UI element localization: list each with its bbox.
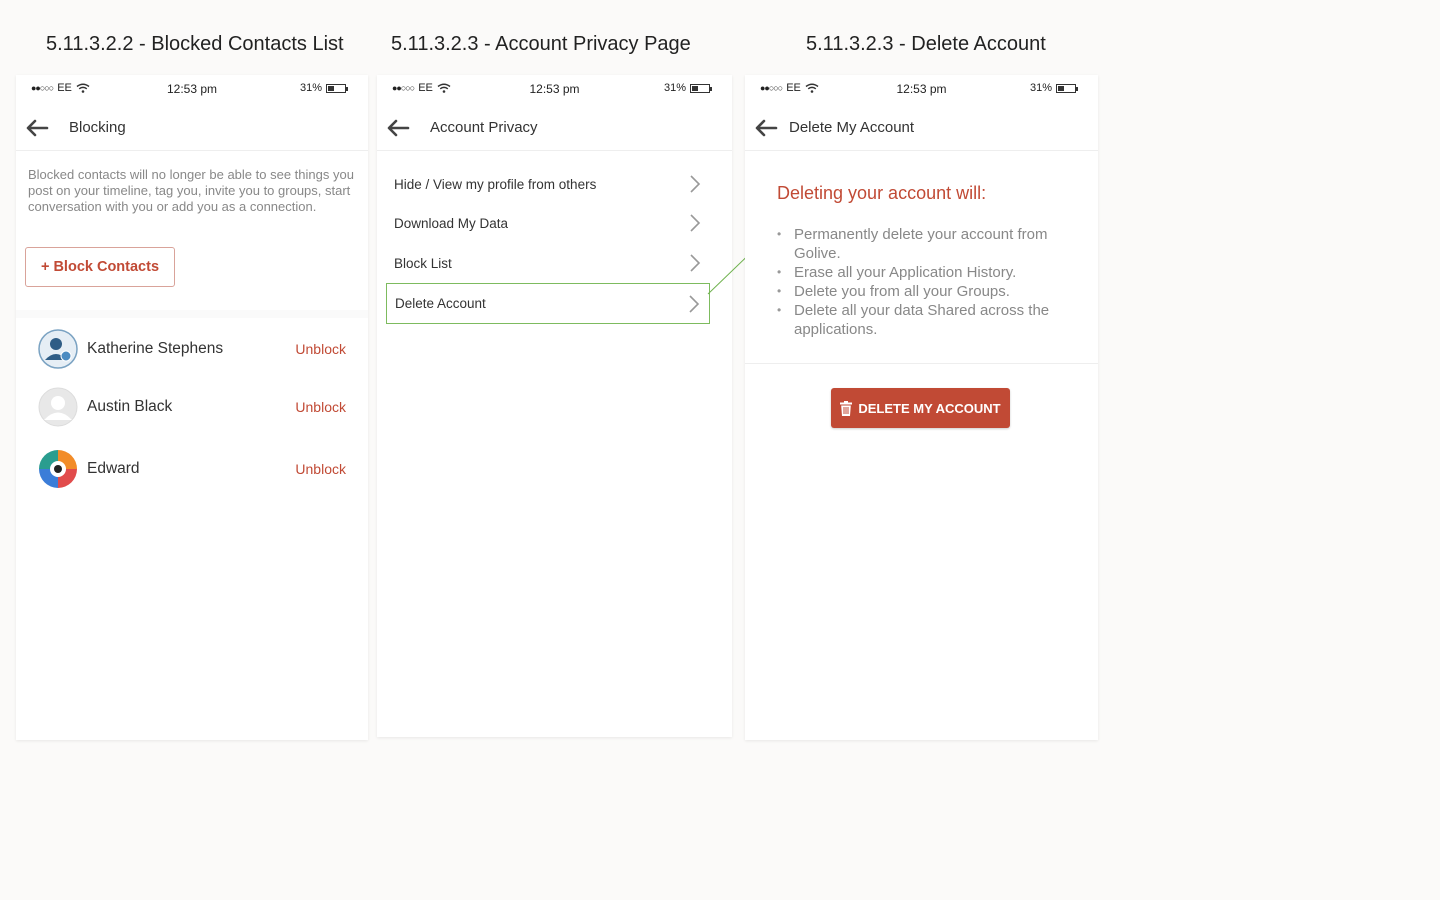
- block-contacts-button[interactable]: + Block Contacts: [25, 247, 175, 287]
- list-item: Erase all your Application History.: [777, 263, 1077, 282]
- app-header: Delete My Account: [745, 105, 1098, 151]
- menu-item-hide-view-profile[interactable]: Hide / View my profile from others: [386, 164, 710, 204]
- unblock-button[interactable]: Unblock: [295, 341, 346, 357]
- phone-screen-account-privacy: ●●○○○ EE 12:53 pm 31% Account Privacy Hi…: [377, 75, 732, 737]
- contact-row: Katherine Stephens Unblock: [38, 329, 353, 369]
- menu-item-label: Block List: [394, 255, 452, 271]
- back-arrow-icon[interactable]: [386, 119, 410, 137]
- contact-name: Edward: [87, 460, 140, 477]
- menu-item-block-list[interactable]: Block List: [386, 243, 710, 283]
- back-arrow-icon[interactable]: [754, 119, 778, 137]
- menu-item-download-data[interactable]: Download My Data: [386, 203, 710, 243]
- menu-item-label: Download My Data: [394, 215, 509, 231]
- blocking-description: Blocked contacts will no longer be able …: [28, 167, 354, 214]
- menu-item-label: Delete Account: [395, 296, 486, 311]
- phone-screen-delete-account: ●●○○○ EE 12:53 pm 31% Delete My Account …: [745, 75, 1098, 740]
- chevron-right-icon: [689, 294, 700, 313]
- status-bar: ●●○○○ EE 12:53 pm 31%: [16, 75, 368, 105]
- back-arrow-icon[interactable]: [25, 119, 49, 137]
- section-divider: [745, 363, 1098, 364]
- delete-my-account-button[interactable]: DELETE MY ACCOUNT: [831, 388, 1010, 428]
- caption-account-privacy: 5.11.3.2.3 - Account Privacy Page: [391, 33, 691, 55]
- list-item: Permanently delete your account from Gol…: [777, 225, 1077, 263]
- contact-row: Edward Unblock: [38, 449, 353, 489]
- status-bar: ●●○○○ EE 12:53 pm 31%: [745, 75, 1098, 105]
- battery-icon: [690, 83, 712, 93]
- avatar: [38, 329, 78, 369]
- section-divider: [16, 310, 368, 318]
- status-bar: ●●○○○ EE 12:53 pm 31%: [377, 75, 732, 105]
- avatar: [38, 387, 78, 427]
- list-item: Delete you from all your Groups.: [777, 282, 1077, 301]
- delete-consequences-list: Permanently delete your account from Gol…: [777, 225, 1077, 339]
- contact-name: Katherine Stephens: [87, 340, 224, 357]
- avatar: [38, 449, 78, 489]
- contact-row: Austin Black Unblock: [38, 387, 353, 427]
- delete-button-label: DELETE MY ACCOUNT: [858, 400, 1001, 416]
- contact-name: Austin Black: [87, 398, 173, 415]
- menu-item-label: Hide / View my profile from others: [394, 176, 597, 192]
- page-title: Delete My Account: [789, 119, 915, 136]
- chevron-right-icon: [690, 214, 701, 232]
- delete-warning-heading: Deleting your account will:: [777, 183, 987, 203]
- phone-screen-blocking: ●●○○○ EE 12:53 pm 31% Blocking Blocked c…: [16, 75, 368, 740]
- chevron-right-icon: [690, 175, 701, 193]
- battery-percent: 31%: [1029, 82, 1052, 94]
- battery-icon: [1056, 83, 1078, 93]
- battery-percent: 31%: [299, 82, 322, 94]
- app-header: Blocking: [16, 105, 368, 151]
- page-title: Account Privacy: [430, 119, 538, 136]
- chevron-right-icon: [690, 254, 701, 272]
- caption-delete-account: 5.11.3.2.3 - Delete Account: [806, 33, 1046, 55]
- list-item: Delete all your data Shared across the a…: [777, 301, 1077, 339]
- unblock-button[interactable]: Unblock: [295, 461, 346, 477]
- battery-icon: [326, 83, 348, 93]
- page-title: Blocking: [69, 119, 126, 136]
- trash-icon: [840, 400, 853, 416]
- battery-percent: 31%: [663, 82, 686, 94]
- menu-item-delete-account[interactable]: Delete Account: [386, 283, 710, 324]
- app-header: Account Privacy: [377, 105, 732, 151]
- caption-blocked-contacts: 5.11.3.2.2 - Blocked Contacts List: [46, 33, 344, 55]
- unblock-button[interactable]: Unblock: [295, 399, 346, 415]
